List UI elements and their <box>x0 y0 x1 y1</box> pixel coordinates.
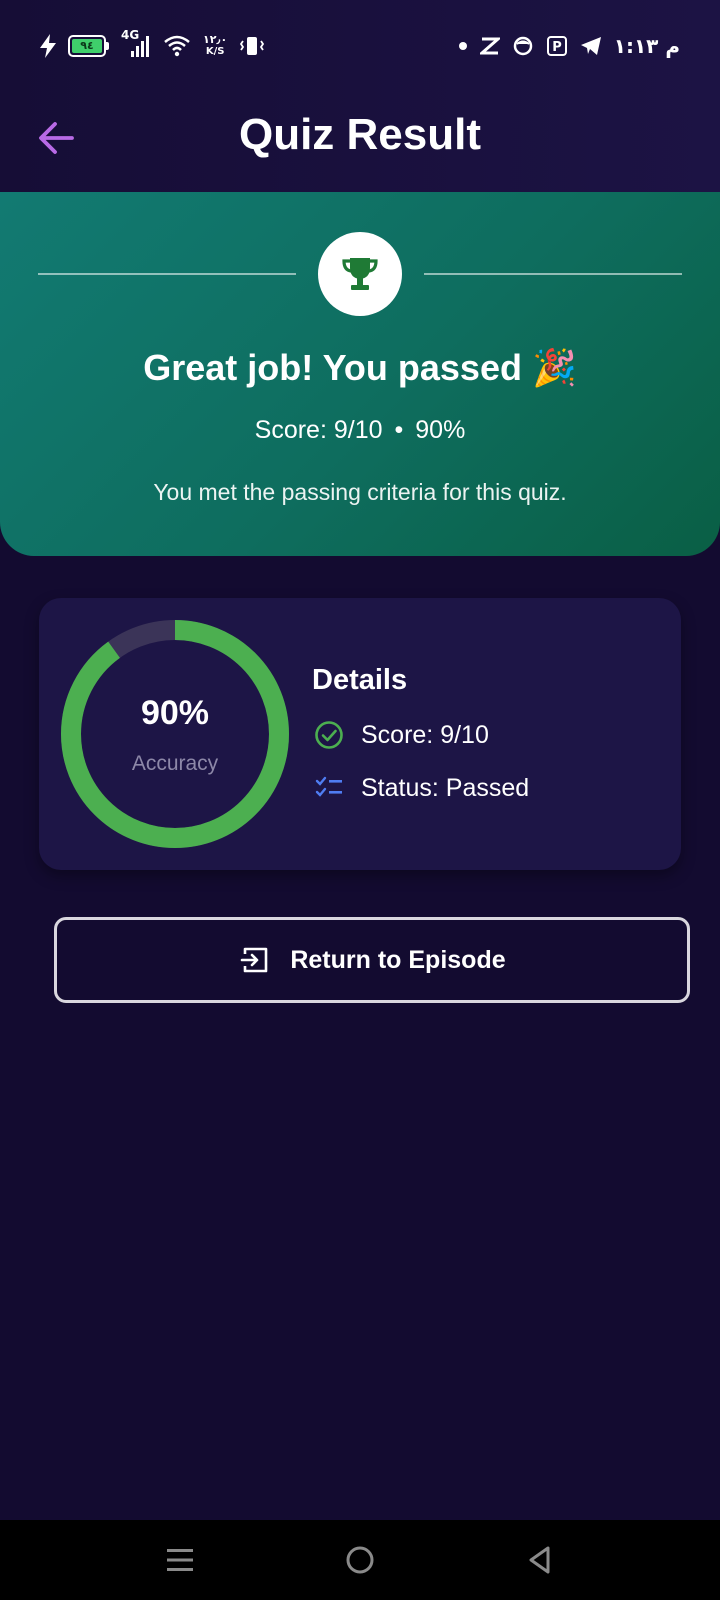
separator-dot: • <box>394 416 404 444</box>
criteria-message: You met the passing criteria for this qu… <box>153 479 567 505</box>
app-bar: Quiz Result <box>0 92 720 192</box>
vibrate-icon <box>239 35 265 57</box>
triangle-back-icon <box>529 1546 550 1574</box>
divider-right <box>424 273 682 275</box>
quiz-result-screen: ٩٤ 4G ١٢٫٠ K/S P م ١:١٣ Quiz Result Grea… <box>0 0 720 1600</box>
status-bar: ٩٤ 4G ١٢٫٠ K/S P م ١:١٣ <box>0 0 720 92</box>
accuracy-label: Accuracy <box>131 752 219 775</box>
check-circle-icon <box>312 718 346 752</box>
accuracy-value: 90% <box>140 694 210 732</box>
home-button[interactable] <box>336 1536 384 1584</box>
home-circle-icon <box>346 1546 374 1574</box>
accuracy-progress-ring <box>61 620 289 848</box>
signal-icon: 4G <box>121 29 151 59</box>
round-app-icon <box>512 35 534 57</box>
system-back-button[interactable] <box>516 1536 564 1584</box>
checklist-icon <box>312 771 346 805</box>
status-right: P م ١:١٣ <box>458 34 680 58</box>
trophy-icon <box>342 258 378 290</box>
detail-row-status: Status: Passed <box>312 771 529 805</box>
result-banner: Great job! You passed 🎉 Score: 9/10 • 90% … <box>0 192 720 556</box>
network-speed: ١٢٫٠ K/S <box>203 33 228 58</box>
details-title: Details <box>312 664 408 696</box>
svg-text:P: P <box>552 40 562 55</box>
wifi-icon <box>163 35 191 57</box>
battery-icon: ٩٤ <box>68 35 109 57</box>
telegram-icon <box>580 36 602 56</box>
return-button-label: Return to Episode <box>290 945 506 974</box>
zigzag-app-icon <box>479 36 500 56</box>
status-left: ٩٤ 4G ١٢٫٠ K/S <box>40 29 265 59</box>
clock: م ١:١٣ <box>613 34 680 58</box>
score-text: Score: 9/10 <box>254 416 383 444</box>
parking-app-icon: P <box>546 35 568 57</box>
recent-apps-button[interactable] <box>156 1536 204 1584</box>
notification-dot-icon <box>458 41 468 51</box>
result-headline: Great job! You passed 🎉 <box>143 347 577 388</box>
detail-status-text: Status: Passed <box>361 773 530 802</box>
battery-level: ٩٤ <box>72 39 102 53</box>
score-summary: Score: 9/10 • 90% <box>0 416 720 445</box>
trophy-badge <box>318 232 402 316</box>
network-type: 4G <box>121 28 140 42</box>
detail-row-score: Score: 9/10 <box>312 718 489 752</box>
exit-to-app-icon <box>238 943 272 977</box>
detail-score-text: Score: 9/10 <box>361 720 489 749</box>
menu-icon <box>167 1549 193 1571</box>
percent-text: 90% <box>415 416 466 444</box>
return-to-episode-button[interactable]: Return to Episode <box>54 917 690 1003</box>
page-title: Quiz Result <box>238 110 482 159</box>
divider-left <box>38 273 296 275</box>
charging-icon <box>40 34 56 58</box>
system-nav-bar <box>0 1520 720 1600</box>
details-card: 90% Accuracy Details Score: 9/10 Status:… <box>39 598 681 870</box>
